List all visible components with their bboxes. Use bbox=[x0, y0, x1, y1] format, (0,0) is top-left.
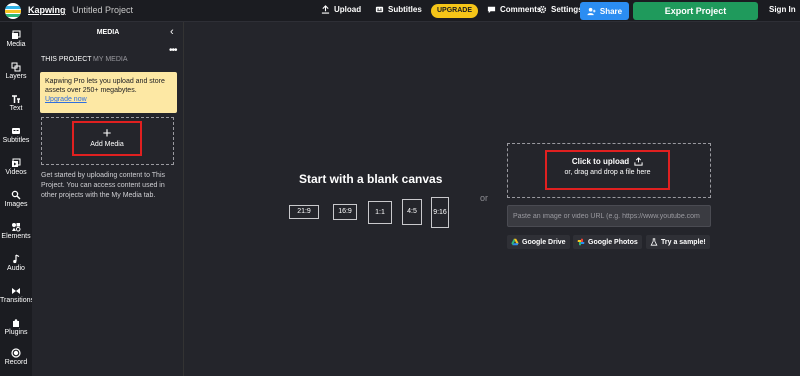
plugins-icon bbox=[13, 319, 19, 327]
comments-label: Comments bbox=[500, 5, 542, 14]
breadcrumb-separator: › bbox=[63, 4, 66, 14]
layers-icon bbox=[11, 62, 21, 72]
flask-icon bbox=[650, 238, 658, 246]
rail-label-plugins: Plugins bbox=[4, 329, 28, 336]
rail-label-subtitles: Subtitles bbox=[2, 137, 30, 144]
upload-icon bbox=[321, 5, 330, 14]
upload-icon bbox=[634, 157, 643, 166]
google-drive-label: Google Drive bbox=[522, 238, 566, 246]
google-drive-button[interactable]: Google Drive bbox=[507, 235, 570, 249]
upload-button[interactable]: Upload bbox=[321, 5, 361, 14]
ratio-9-16-button[interactable]: 9:16 bbox=[431, 197, 449, 228]
left-nav-rail: Media Layers Text Subtitles Videos Image… bbox=[0, 22, 34, 376]
media-help-text: Get started by uploading content to This… bbox=[41, 172, 166, 199]
rail-item-videos[interactable]: Videos bbox=[0, 158, 32, 186]
add-media-label: Add Media bbox=[90, 141, 124, 148]
media-icon bbox=[12, 30, 21, 39]
collapse-panel-chevron-left-icon[interactable]: ‹ bbox=[170, 26, 174, 38]
ratio-21-9-button[interactable]: 21:9 bbox=[289, 205, 319, 219]
blank-canvas-title: Start with a blank canvas bbox=[299, 172, 443, 186]
subtitles-label: Subtitles bbox=[388, 5, 422, 14]
try-sample-label: Try a sample! bbox=[661, 238, 706, 246]
upgrade-promo-banner: Kapwing Pro lets you upload and store as… bbox=[40, 72, 177, 113]
rail-item-elements[interactable]: Elements bbox=[0, 222, 32, 250]
rail-item-plugins[interactable]: Plugins bbox=[0, 318, 32, 346]
plus-icon: + bbox=[102, 125, 112, 142]
rail-item-subtitles[interactable]: Subtitles bbox=[0, 126, 32, 154]
upload-label: Upload bbox=[334, 5, 362, 14]
add-media-button[interactable]: + Add Media bbox=[72, 121, 142, 156]
panel-title: MEDIA bbox=[96, 29, 120, 36]
rail-label-images: Images bbox=[4, 201, 28, 208]
comment-icon bbox=[487, 6, 496, 14]
project-title[interactable]: Untitled Project bbox=[72, 5, 133, 15]
rail-item-text[interactable]: Text bbox=[0, 94, 32, 122]
rail-label-elements: Elements bbox=[1, 233, 31, 240]
google-photos-button[interactable]: Google Photos bbox=[573, 235, 642, 249]
ratio-16-9-button[interactable]: 16:9 bbox=[333, 204, 357, 220]
promo-text: Kapwing Pro lets you upload and store as… bbox=[45, 78, 165, 94]
share-button[interactable]: Share bbox=[580, 2, 629, 20]
upgrade-button[interactable]: UPGRADE bbox=[431, 4, 478, 18]
ratio-1-1-button[interactable]: 1:1 bbox=[368, 201, 392, 224]
subtitles-icon bbox=[375, 6, 384, 13]
rail-label-record: Record bbox=[4, 359, 28, 366]
or-divider-text: or bbox=[480, 193, 489, 203]
tab-this-project[interactable]: THIS PROJECT bbox=[41, 56, 92, 63]
rail-item-transitions[interactable]: Transitions bbox=[0, 286, 34, 314]
rail-label-text: Text bbox=[9, 105, 23, 112]
gear-icon bbox=[538, 5, 547, 14]
google-photos-icon bbox=[577, 238, 585, 246]
try-sample-button[interactable]: Try a sample! bbox=[646, 235, 710, 249]
subtitles-icon bbox=[12, 128, 20, 134]
record-icon bbox=[11, 348, 21, 358]
top-bar: Kapwing › Untitled Project Upload Subtit… bbox=[0, 0, 800, 22]
rail-label-videos: Videos bbox=[5, 169, 27, 176]
google-photos-label: Google Photos bbox=[588, 238, 638, 246]
upgrade-now-link[interactable]: Upgrade now bbox=[45, 95, 172, 104]
rail-item-audio[interactable]: Audio bbox=[0, 254, 32, 282]
sign-in-link[interactable]: Sign In bbox=[769, 5, 796, 14]
search-icon bbox=[11, 190, 21, 200]
export-project-button[interactable]: Export Project bbox=[633, 2, 758, 20]
media-url-input[interactable] bbox=[507, 205, 711, 227]
subtitles-button[interactable]: Subtitles bbox=[375, 5, 422, 14]
kapwing-logo-icon[interactable] bbox=[5, 3, 21, 19]
click-to-upload-label: Click to upload bbox=[571, 157, 630, 166]
brand-link[interactable]: Kapwing bbox=[28, 5, 66, 15]
text-icon bbox=[12, 95, 20, 103]
tab-my-media[interactable]: MY MEDIA bbox=[93, 56, 128, 63]
rail-label-media: Media bbox=[6, 41, 26, 48]
videos-icon bbox=[12, 158, 21, 167]
rail-label-layers: Layers bbox=[5, 73, 27, 80]
music-note-icon bbox=[13, 254, 20, 264]
rail-label-transitions: Transitions bbox=[0, 297, 34, 304]
google-drive-icon bbox=[511, 238, 519, 246]
rail-item-media[interactable]: Media bbox=[0, 30, 32, 58]
drag-drop-label: or, drag and drop a file here bbox=[564, 169, 651, 176]
share-label: Share bbox=[599, 6, 623, 16]
more-options-icon[interactable]: ••• bbox=[169, 45, 177, 56]
rail-item-record[interactable]: Record bbox=[0, 348, 32, 376]
settings-label: Settings bbox=[551, 5, 583, 14]
comments-button[interactable]: Comments bbox=[487, 5, 541, 14]
add-user-icon bbox=[587, 7, 596, 15]
ratio-4-5-button[interactable]: 4:5 bbox=[402, 199, 422, 225]
settings-button[interactable]: Settings bbox=[538, 5, 583, 14]
media-panel: MEDIA ‹ ••• THIS PROJECT MY MEDIA Kapwin… bbox=[32, 22, 184, 376]
elements-icon bbox=[12, 223, 21, 232]
rail-label-audio: Audio bbox=[7, 265, 25, 272]
rail-item-layers[interactable]: Layers bbox=[0, 62, 32, 90]
transitions-icon bbox=[12, 288, 20, 294]
rail-item-images[interactable]: Images bbox=[0, 190, 32, 218]
click-to-upload-button[interactable]: Click to upload or, drag and drop a file… bbox=[545, 150, 670, 190]
